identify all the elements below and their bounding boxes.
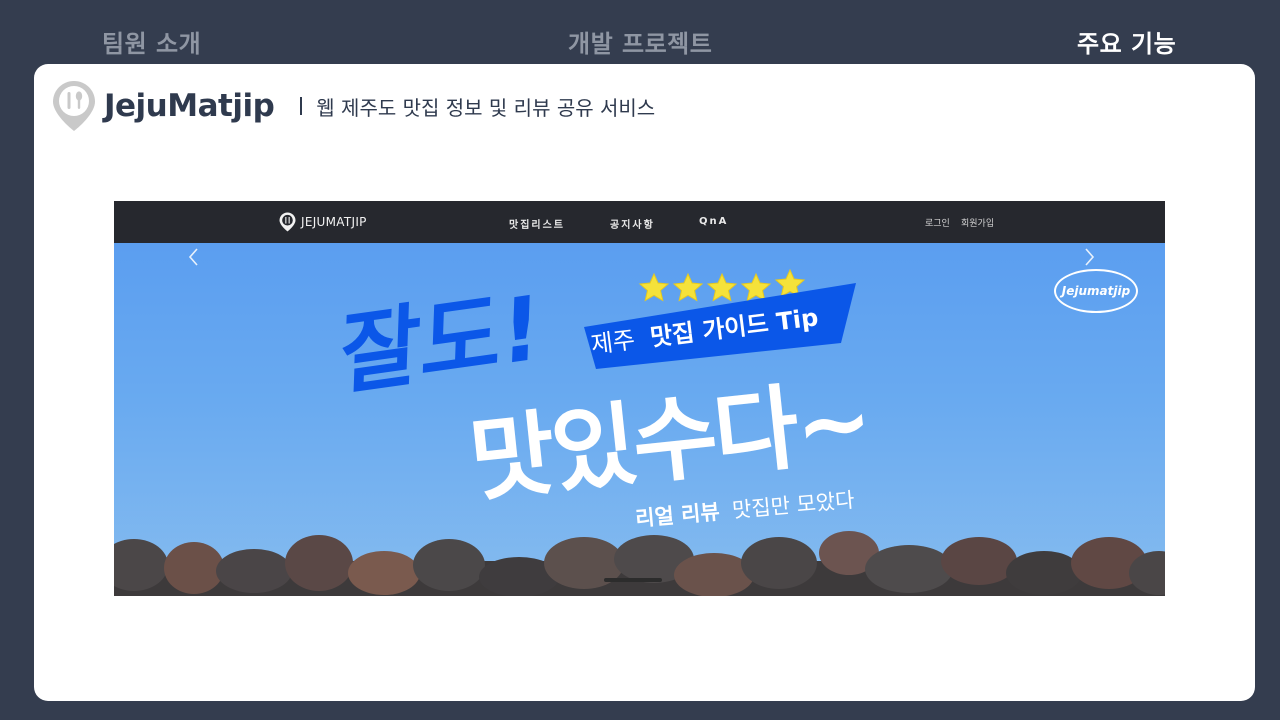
star-icon bbox=[638, 272, 670, 302]
star-icon bbox=[740, 272, 772, 302]
location-pin-icon bbox=[279, 212, 296, 232]
content-card: JejuMatjip 웹 제주도 맛집 정보 및 리뷰 공유 서비스 JEJUM… bbox=[34, 64, 1255, 701]
login-link[interactable]: 로그인 bbox=[925, 216, 950, 229]
service-subtitle: 웹 제주도 맛집 정보 및 리뷰 공유 서비스 bbox=[316, 95, 656, 120]
brand-header: JejuMatjip 웹 제주도 맛집 정보 및 리뷰 공유 서비스 bbox=[52, 80, 655, 132]
ribbon-prefix: 제주 bbox=[589, 326, 636, 359]
top-navigation: 팀원 소개 개발 프로젝트 주요 기능 bbox=[0, 0, 1280, 64]
tab-main-features[interactable]: 주요 기능 bbox=[1077, 24, 1176, 59]
menu-qna[interactable]: QnA bbox=[699, 216, 728, 227]
tab-team-intro[interactable]: 팀원 소개 bbox=[102, 24, 201, 59]
star-icon bbox=[706, 272, 738, 302]
tab-dev-project[interactable]: 개발 프로젝트 bbox=[568, 24, 712, 59]
brand-badge: Jejumatjip bbox=[1054, 269, 1138, 313]
tagline-rest: 맛집만 모았다 bbox=[731, 488, 855, 523]
menu-notice[interactable]: 공지사항 bbox=[610, 216, 655, 231]
menu-restaurant-list[interactable]: 맛집리스트 bbox=[509, 216, 565, 231]
slide-indicator[interactable] bbox=[604, 578, 662, 582]
hero-artwork: 잘도! 제주 맛집 가이드 Tip 맛있수다~ 리얼 리뷰 맛집만 모았다 bbox=[114, 268, 1165, 596]
site-logo-text: JEJUMATJIP bbox=[301, 215, 367, 229]
hero-banner: 잘도! 제주 맛집 가이드 Tip 맛있수다~ 리얼 리뷰 맛집만 모았다 Je… bbox=[114, 243, 1165, 596]
stone-wall bbox=[114, 531, 1165, 596]
headline-top: 잘도! bbox=[339, 276, 543, 408]
site-header: JEJUMATJIP 맛집리스트 공지사항 QnA 로그인 회원가입 bbox=[114, 201, 1165, 243]
signup-link[interactable]: 회원가입 bbox=[961, 216, 994, 229]
brand-logo-text: JejuMatjip bbox=[104, 88, 275, 124]
tagline-bold: 리얼 리뷰 bbox=[634, 500, 720, 531]
divider bbox=[300, 97, 303, 115]
star-icon bbox=[672, 272, 704, 302]
website-preview: JEJUMATJIP 맛집리스트 공지사항 QnA 로그인 회원가입 잘도! 제… bbox=[114, 201, 1165, 596]
chevron-right-icon[interactable] bbox=[1079, 243, 1099, 271]
site-logo[interactable]: JEJUMATJIP bbox=[279, 212, 367, 232]
location-pin-fork-spoon-icon bbox=[53, 81, 95, 131]
chevron-left-icon[interactable] bbox=[184, 243, 204, 271]
